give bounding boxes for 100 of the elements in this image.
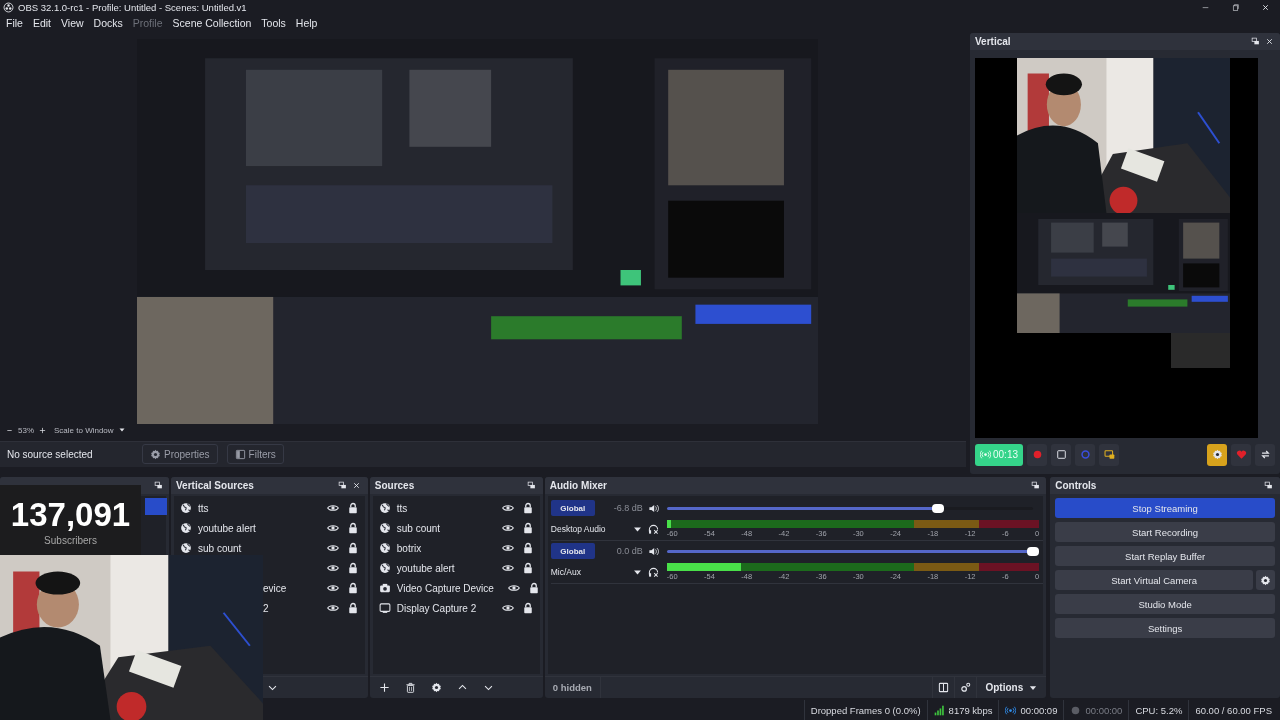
source-item[interactable]: sub count [174,538,365,559]
lock-toggle[interactable] [346,522,359,535]
layout-icon [938,682,950,694]
source-item[interactable]: youtube alert [372,558,540,579]
lock-toggle[interactable] [346,582,359,595]
properties-button[interactable]: Properties [142,444,218,465]
options-button[interactable]: Options [976,677,1047,699]
restore-icon [1230,3,1240,12]
zoom-in-button[interactable] [38,425,47,435]
settings-button[interactable] [1207,443,1227,466]
dock-title: Audio Mixer [549,480,607,492]
screen-button[interactable] [1099,443,1120,466]
selected-source-label: No source selected [7,448,94,460]
lock-toggle[interactable] [346,502,359,515]
source-item[interactable]: youtube alert [174,518,365,539]
float-icon [338,481,348,491]
globe-icon [180,502,192,515]
zoom-in-icon [39,426,46,434]
dropped-frames: Dropped Frames 0 (0.0%) [803,700,927,720]
lock-toggle[interactable] [521,542,534,555]
globe-icon [378,502,391,515]
menu-item[interactable]: Tools [261,17,286,30]
lock-toggle[interactable] [527,582,540,595]
source-item[interactable]: evice [263,578,365,599]
channel-name: Desktop Audio [550,524,606,535]
record-icon [1031,449,1043,461]
lock-toggle[interactable] [521,502,534,515]
control-button[interactable]: Stop Streaming [1055,498,1275,519]
headphone-icon[interactable] [647,566,659,578]
monitoring-mode-button[interactable]: Global [550,543,595,560]
hidden-count: 0 hidden [544,677,601,699]
source-item[interactable]: tts [174,498,365,519]
float-icon [153,481,163,491]
close-icon [352,481,362,491]
window-title: OBS 32.1.0-rc1 - Profile: Untitled - Scenes: Untitled.v1 [18,2,247,13]
volume-reading: -6.8 dB [613,503,643,514]
square-icon [1055,449,1067,461]
float-icon [1264,481,1274,491]
menu-item[interactable]: View [61,17,84,30]
source-item[interactable]: 2 [263,598,365,619]
control-button[interactable]: Start Replay Buffer [1055,546,1275,567]
frame-rate: 60.00 / 60.00 FPS [1188,700,1280,720]
swap-button[interactable] [1255,443,1275,466]
float-icon [527,481,537,491]
source-item[interactable]: sub count [372,518,540,539]
headphone-icon[interactable] [647,523,659,535]
speaker-icon[interactable] [647,545,659,557]
record-time: 00:00:00 [1085,704,1123,716]
record-button[interactable] [1027,443,1048,466]
lock-toggle[interactable] [346,602,359,615]
source-item[interactable]: botrix [372,538,540,559]
cpu-usage: CPU: 5.2% [1128,700,1189,720]
broadcast-icon [1005,704,1017,716]
subscriber-caption: Subscribers [44,534,97,546]
monitoring-mode-button[interactable]: Global [550,500,595,517]
lock-toggle[interactable] [521,602,534,615]
globe-icon [378,522,391,535]
control-button[interactable]: Settings [1055,618,1275,639]
add-icon [379,682,391,694]
broadcast-icon [980,449,991,461]
menu-item[interactable]: File [6,17,23,30]
source-item[interactable]: Video Capture Device [372,578,540,599]
globe-icon [378,562,391,575]
monitor-icon [378,602,391,615]
circle-icon [1079,449,1091,461]
source-item[interactable]: tts [372,498,540,519]
speaker-icon[interactable] [647,502,659,514]
lock-toggle[interactable] [346,562,359,575]
lock-toggle[interactable] [521,522,534,535]
remove-icon [405,682,417,694]
app-logo-icon [3,2,14,13]
close-icon [1264,36,1274,46]
dock-title: Controls [1055,480,1097,492]
control-button[interactable]: Start Recording [1055,522,1275,543]
control-button[interactable]: Studio Mode [1055,594,1275,615]
control-button[interactable]: Start Virtual Camera [1055,570,1253,591]
source-item[interactable]: Display Capture 2 [372,598,540,619]
volume-slider[interactable] [666,546,1040,557]
lock-toggle[interactable] [346,542,359,555]
scale-mode-dropdown[interactable]: Scale to Window [54,425,114,435]
subscriber-count: 137,091 [10,494,131,535]
menu-item[interactable]: Docks [93,17,123,30]
settings-button[interactable] [1256,570,1275,591]
square-button[interactable] [1051,443,1072,466]
globe-icon [378,542,391,555]
filter-icon [234,448,246,460]
float-icon [1250,36,1260,46]
dock-title: Vertical [975,35,1011,47]
menu-item[interactable]: Edit [32,17,51,30]
screen-icon [1103,449,1115,461]
gear-icon [150,448,161,460]
menu-item[interactable]: Scene Collection [172,17,252,30]
menu-item[interactable]: Help [295,17,318,30]
filters-button[interactable]: Filters [226,444,284,465]
stream-time: 00:00:09 [1020,704,1058,716]
lock-toggle[interactable] [521,562,534,575]
settings-icon [431,682,443,694]
float-icon [1030,481,1040,491]
settings-icon [1260,574,1271,586]
volume-reading: 0.0 dB [616,546,643,557]
